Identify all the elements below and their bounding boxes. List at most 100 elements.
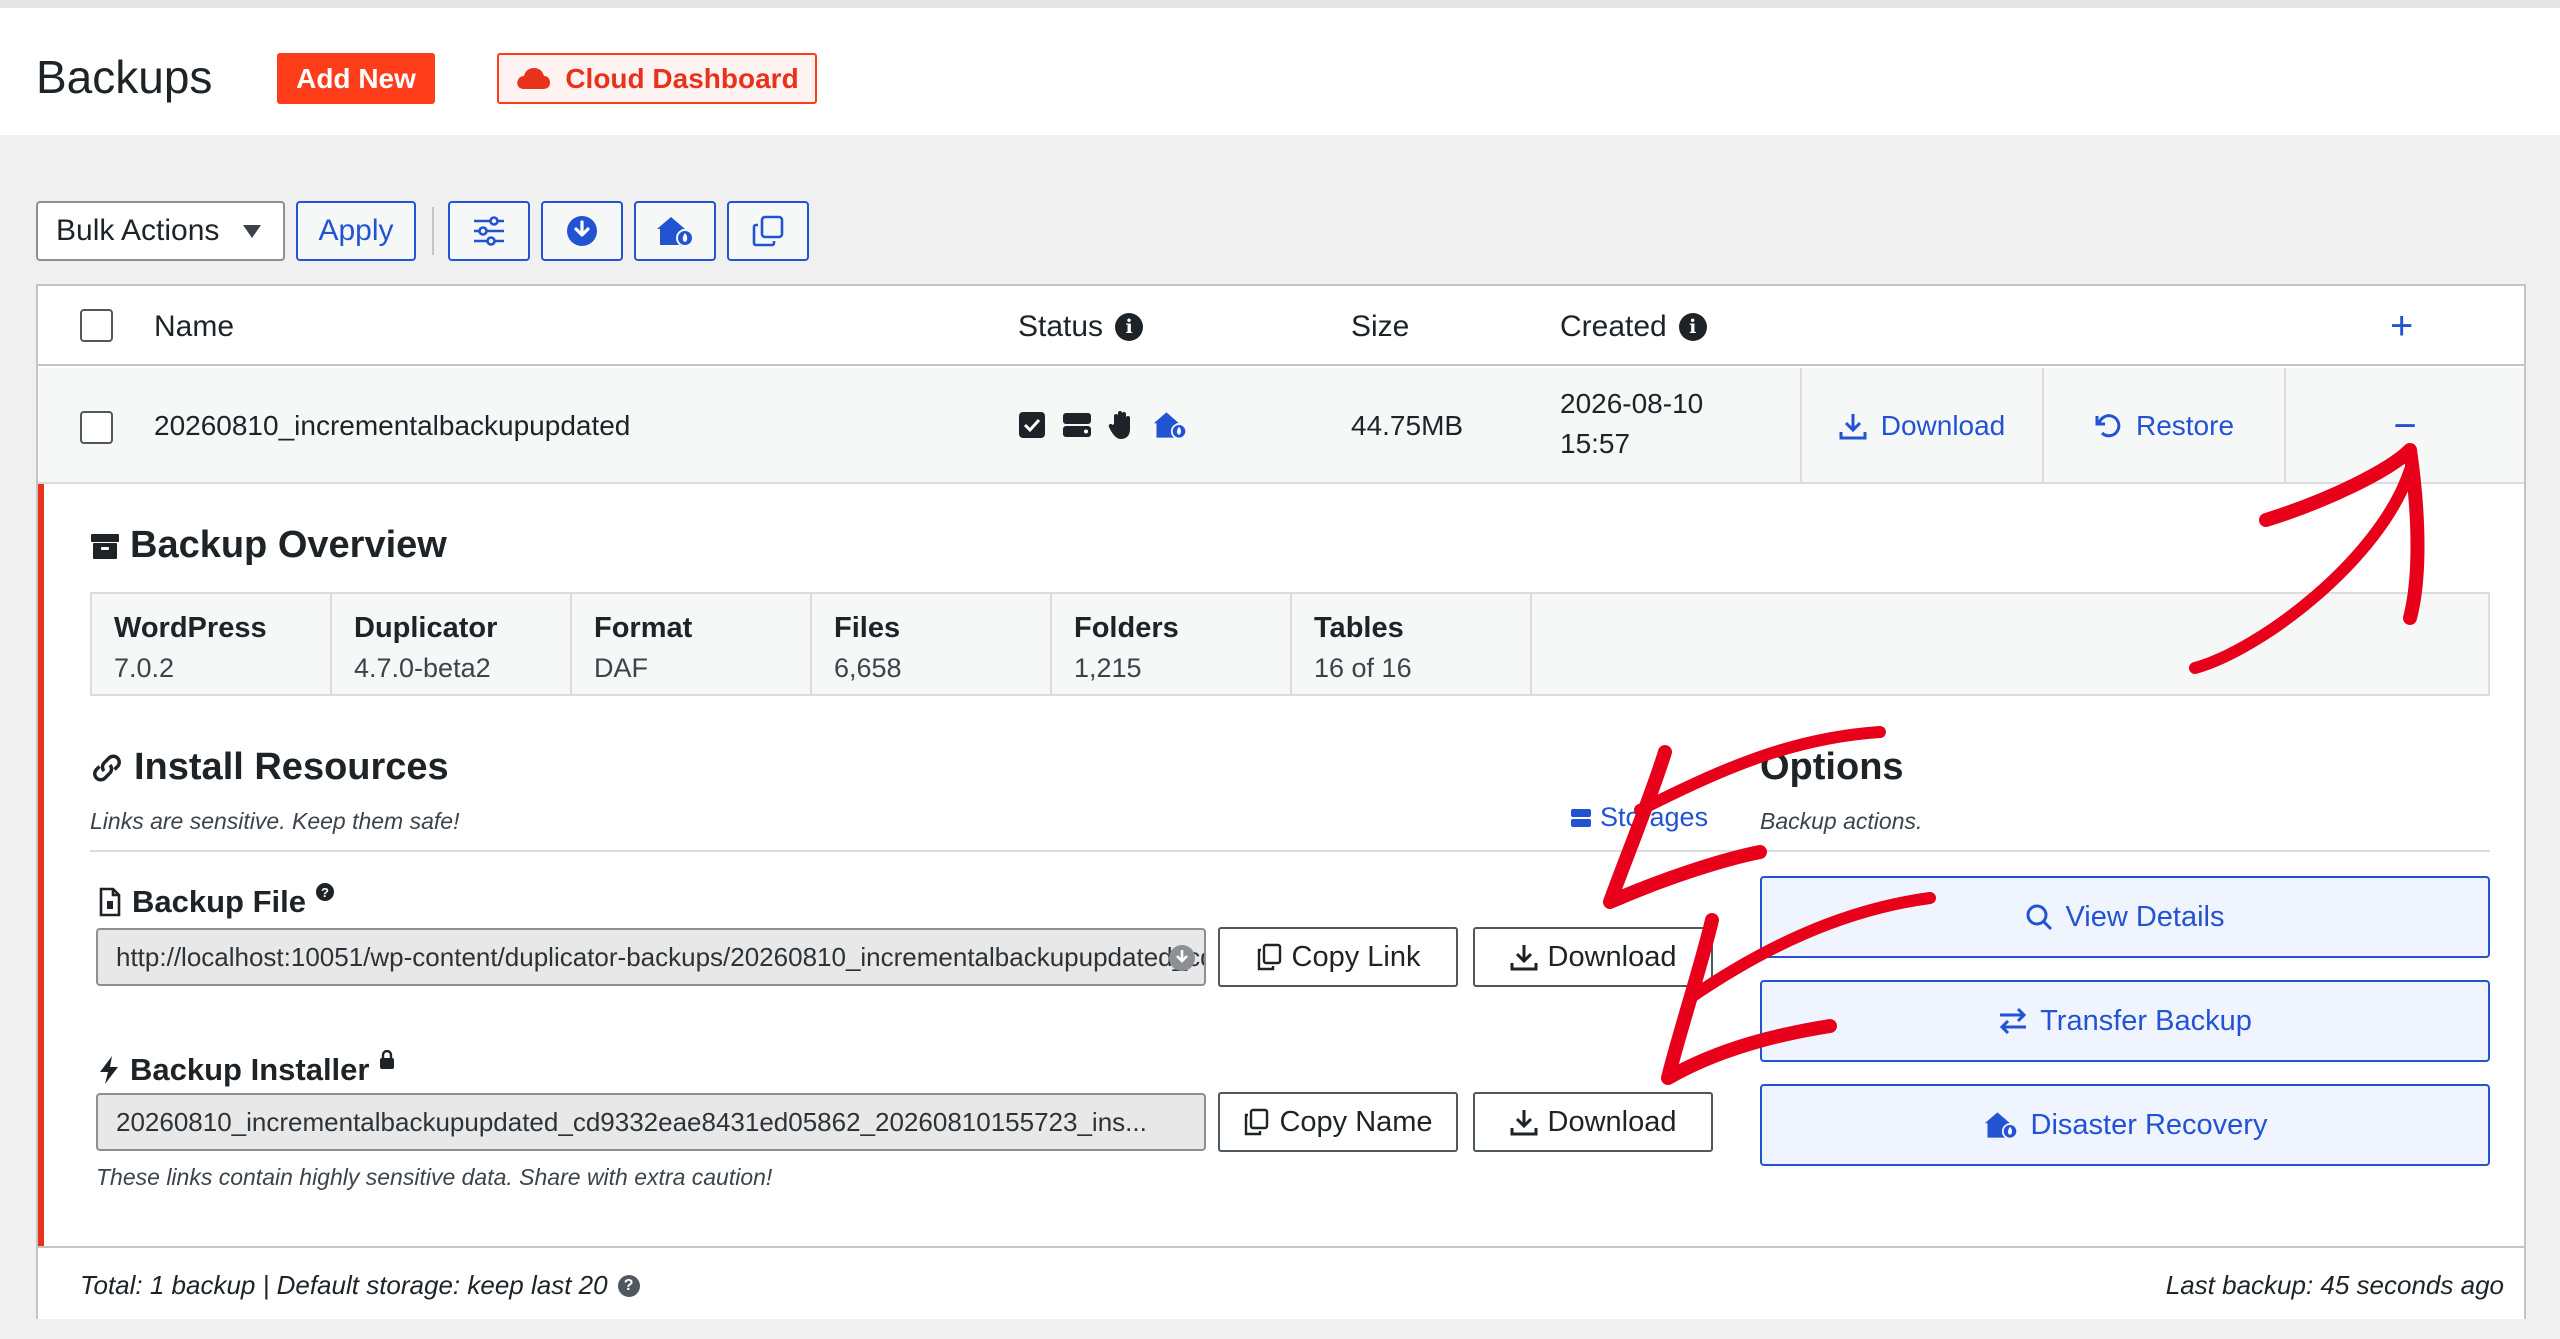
backup-size: 44.75MB xyxy=(1351,410,1464,441)
copy-link-button[interactable]: Copy Link xyxy=(1218,927,1458,987)
options-title: Options xyxy=(1760,746,1904,789)
info-icon[interactable]: i xyxy=(1678,313,1707,341)
overview-item-wordpress: WordPress 7.0.2 xyxy=(92,594,332,694)
sliders-icon xyxy=(472,216,506,246)
copy-toolbar-button[interactable] xyxy=(727,201,809,261)
disaster-recovery-toolbar-button[interactable] xyxy=(634,201,716,261)
bolt-icon xyxy=(98,1055,120,1085)
expand-all-plus-icon[interactable]: + xyxy=(2390,304,2413,349)
backup-file-text: Backup File xyxy=(132,884,306,919)
help-icon[interactable]: ? xyxy=(617,1274,640,1297)
filters-button[interactable] xyxy=(448,201,530,261)
row-restore-button[interactable]: Restore xyxy=(2042,368,2284,484)
download-icon xyxy=(1510,943,1538,971)
caret-down-icon xyxy=(243,225,261,238)
options-label: Options xyxy=(1760,746,1904,788)
options-hint: Backup actions. xyxy=(1760,808,1923,834)
installer-download-button[interactable]: Download xyxy=(1473,1092,1713,1152)
storages-label: Storages xyxy=(1600,802,1709,832)
backup-file-download-button[interactable]: Download xyxy=(1473,927,1713,987)
overview-label: Files xyxy=(834,612,901,644)
info-icon[interactable]: i xyxy=(1115,313,1144,341)
checkbox-checked-icon xyxy=(1018,411,1046,439)
file-icon xyxy=(98,887,122,917)
table-row: 20260810_incrementalbackupupdated 44.75M… xyxy=(38,368,2524,484)
table-footer: Total: 1 backup | Default storage: keep … xyxy=(38,1246,2524,1319)
page-header: Backups Add New Cloud Dashboard xyxy=(0,8,2560,135)
column-size-label: Size xyxy=(1351,310,1410,343)
view-details-button[interactable]: View Details xyxy=(1760,876,2490,958)
house-fire-icon xyxy=(1152,410,1188,440)
select-all-checkbox[interactable] xyxy=(80,309,113,342)
import-button[interactable] xyxy=(541,201,623,261)
last-backup-text: Last backup: 45 seconds ago xyxy=(2165,1270,2504,1300)
disaster-recovery-label: Disaster Recovery xyxy=(2030,1108,2268,1141)
resources-divider xyxy=(90,850,1760,852)
overview-item-files: Files 6,658 xyxy=(812,594,1052,694)
column-status: Status i xyxy=(1018,310,1144,344)
backup-file-url-field[interactable]: http://localhost:10051/wp-content/duplic… xyxy=(96,928,1206,986)
hand-icon xyxy=(1108,410,1136,440)
copy-icon xyxy=(752,215,784,247)
download-icon xyxy=(1839,412,1867,440)
row-restore-label: Restore xyxy=(2135,410,2235,441)
backup-installer-label: Backup Installer xyxy=(98,1050,395,1088)
backup-installer-text: Backup Installer xyxy=(130,1052,370,1087)
backup-name: 20260810_incrementalbackupupdated xyxy=(154,410,631,441)
copy-name-button[interactable]: Copy Name xyxy=(1218,1092,1458,1152)
column-name-label: Name xyxy=(154,310,235,343)
backup-overview-title: Backup Overview xyxy=(90,524,447,567)
download-circle-icon xyxy=(1168,944,1196,972)
installer-name-field[interactable]: 20260810_incrementalbackupupdated_cd9332… xyxy=(96,1093,1206,1151)
install-resources-title: Install Resources xyxy=(90,746,449,789)
house-fire-icon xyxy=(1983,1110,2019,1140)
column-created-label: Created xyxy=(1560,310,1667,343)
storages-link[interactable]: Storages xyxy=(1570,802,1708,833)
cloud-icon xyxy=(515,67,551,91)
collapse-row-button[interactable]: − xyxy=(2284,368,2524,484)
row-download-button[interactable]: Download xyxy=(1800,368,2042,484)
backup-file-url: http://localhost:10051/wp-content/duplic… xyxy=(116,941,1204,972)
add-new-button[interactable]: Add New xyxy=(277,53,435,104)
overview-item-folders: Folders 1,215 xyxy=(1052,594,1292,694)
links-warning: These links contain highly sensitive dat… xyxy=(96,1164,773,1190)
footer-summary: Total: 1 backup | Default storage: keep … xyxy=(80,1270,640,1301)
search-icon xyxy=(2025,903,2053,931)
overview-label: Folders xyxy=(1074,612,1179,644)
table-header: Name Status i Size Created i + xyxy=(38,286,2524,366)
link-icon xyxy=(90,753,124,783)
bulk-actions-label: Bulk Actions xyxy=(56,214,220,247)
archive-box-icon xyxy=(90,531,120,561)
copy-link-label: Copy Link xyxy=(1291,940,1421,973)
overview-grid: WordPress 7.0.2 Duplicator 4.7.0-beta2 For… xyxy=(90,592,2490,696)
overview-value: 7.0.2 xyxy=(114,653,175,683)
options-divider xyxy=(1760,850,2490,852)
transfer-backup-button[interactable]: Transfer Backup xyxy=(1760,980,2490,1062)
column-name[interactable]: Name xyxy=(154,310,234,344)
copy-icon xyxy=(1256,943,1282,971)
backup-detail-panel: Backup Overview WordPress 7.0.2 Duplicato… xyxy=(38,484,2524,1246)
backups-table: Name Status i Size Created i + 20260810_in… xyxy=(36,284,2526,1319)
undo-icon xyxy=(2094,412,2122,440)
disaster-recovery-button[interactable]: Disaster Recovery xyxy=(1760,1084,2490,1166)
overview-label: Format xyxy=(594,612,693,644)
overview-label: Tables xyxy=(1314,612,1404,644)
column-status-label: Status xyxy=(1018,310,1104,343)
column-created[interactable]: Created i xyxy=(1560,310,1707,344)
row-checkbox[interactable] xyxy=(80,411,113,444)
apply-button[interactable]: Apply xyxy=(296,201,416,261)
backup-file-label: Backup File ? xyxy=(98,883,334,920)
overview-label: WordPress xyxy=(114,612,267,644)
overview-item-duplicator: Duplicator 4.7.0-beta2 xyxy=(332,594,572,694)
transfer-arrows-icon xyxy=(1998,1007,2028,1035)
toolbar-separator xyxy=(432,207,434,255)
status-icons xyxy=(1018,410,1188,440)
view-details-label: View Details xyxy=(2065,900,2225,933)
overview-item-format: Format DAF xyxy=(572,594,812,694)
help-icon[interactable]: ? xyxy=(316,883,334,901)
top-strip xyxy=(0,0,2560,8)
row-download-label: Download xyxy=(1880,410,2006,441)
bulk-actions-select[interactable]: Bulk Actions xyxy=(36,201,285,261)
cloud-dashboard-button[interactable]: Cloud Dashboard xyxy=(497,53,817,104)
install-resources-label: Install Resources xyxy=(134,746,449,788)
